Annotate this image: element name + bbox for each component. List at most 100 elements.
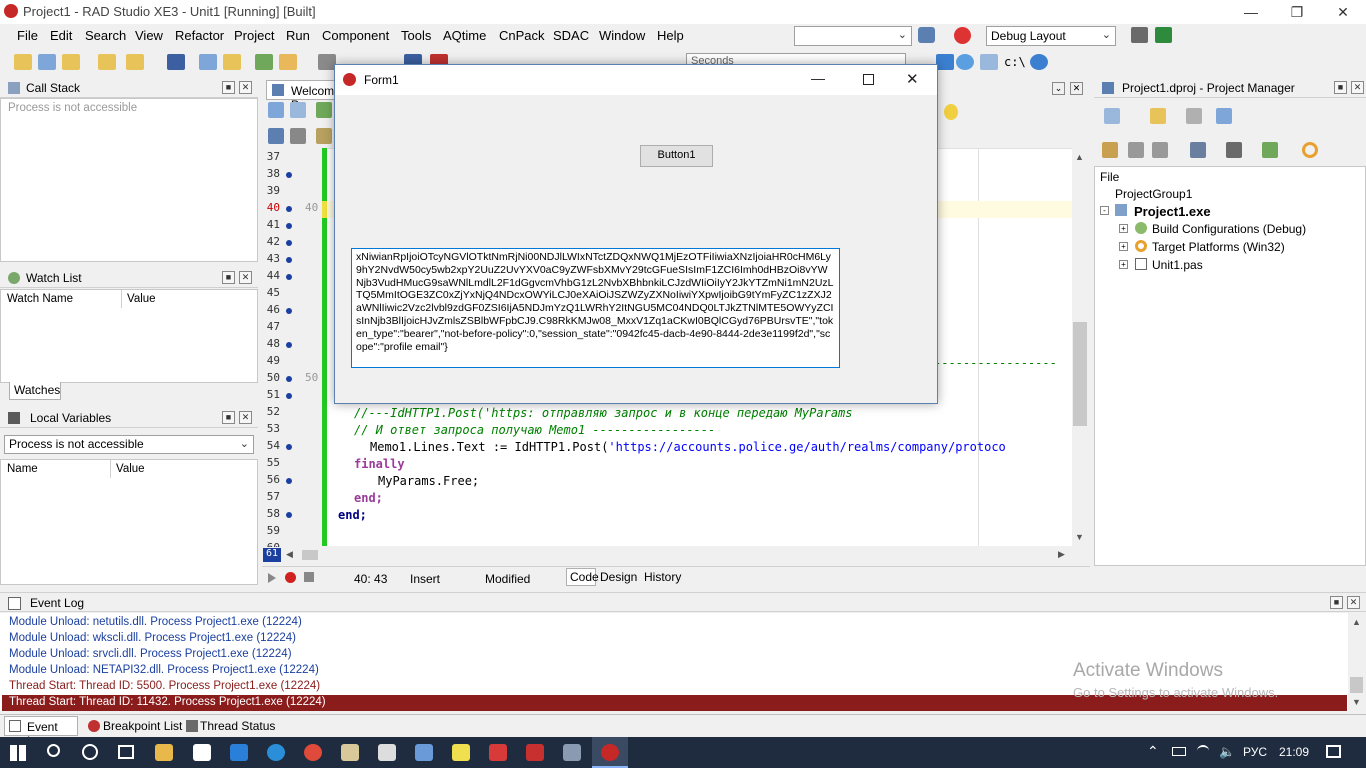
view-icon[interactable] [1216, 108, 1232, 124]
lightbulb-icon[interactable] [944, 104, 958, 120]
tree-build-configurations[interactable]: Build Configurations (Debug) [1152, 222, 1306, 236]
expand-icon[interactable] [1128, 142, 1144, 158]
breakpoint-dot-icon[interactable] [286, 393, 292, 399]
expand-toggle-icon[interactable]: + [1119, 242, 1128, 251]
add-new-project-icon[interactable] [1104, 108, 1120, 124]
delphi-icon[interactable] [563, 744, 581, 761]
designer-icon[interactable] [316, 102, 332, 118]
add-existing-project-icon[interactable] [1150, 108, 1166, 124]
deploy-tool-icon[interactable] [1226, 142, 1242, 158]
code-explorer-icon[interactable] [268, 128, 284, 144]
pin-icon[interactable]: ■ [222, 81, 235, 94]
breakpoint-dot-icon[interactable] [286, 257, 292, 263]
menu-refactor[interactable]: Refactor [175, 28, 224, 43]
set-debug-desktop-icon[interactable] [1155, 27, 1172, 43]
scroll-down-icon[interactable]: ▼ [1352, 697, 1361, 707]
open-project-folder-icon[interactable] [255, 54, 273, 70]
check-icon[interactable] [980, 54, 998, 70]
anydesk-icon[interactable] [489, 744, 507, 761]
expand-toggle-icon[interactable]: + [1119, 224, 1128, 233]
value-column[interactable]: Value [116, 463, 145, 475]
globe-icon[interactable] [956, 54, 974, 70]
breakpoint-dot-icon[interactable] [286, 274, 292, 280]
scroll-left-icon[interactable]: ◀ [286, 549, 293, 560]
tab-design[interactable]: Design [600, 570, 637, 584]
watch-value-column[interactable]: Value [127, 293, 156, 305]
add-file-icon[interactable] [62, 54, 80, 70]
collapse-icon[interactable] [1152, 142, 1168, 158]
close-icon[interactable]: ✕ [239, 271, 252, 284]
sdk-icon[interactable] [936, 54, 954, 70]
menu-sdac[interactable]: SDAC [553, 28, 589, 43]
menu-window[interactable]: Window [599, 28, 645, 43]
form1-minimize-button[interactable]: — [811, 70, 825, 86]
photos-icon[interactable] [415, 744, 433, 761]
chrome-icon[interactable] [304, 744, 322, 761]
tab-list-icon[interactable]: ⌄ [1052, 82, 1065, 95]
menu-help[interactable]: Help [657, 28, 684, 43]
tree-unit1-pas[interactable]: Unit1.pas [1152, 258, 1203, 272]
clock[interactable]: 21:09 [1279, 745, 1309, 759]
breakpoint-dot-icon[interactable] [286, 376, 292, 382]
tree-project-group[interactable]: ProjectGroup1 [1115, 187, 1192, 201]
close-file-icon[interactable] [223, 54, 241, 70]
platform-icon[interactable] [1302, 142, 1318, 158]
pin-icon[interactable]: ■ [222, 411, 235, 424]
tab-history[interactable]: History [644, 570, 681, 584]
breakpoint-dot-icon[interactable] [286, 444, 292, 450]
pin-icon[interactable]: ■ [222, 271, 235, 284]
config-combo[interactable]: ⌄ [794, 26, 912, 46]
form1-maximize-button[interactable] [863, 74, 874, 85]
build-list-icon[interactable] [1190, 142, 1206, 158]
rad-studio-icon[interactable] [526, 744, 544, 761]
watch-name-column[interactable]: Watch Name [7, 293, 73, 305]
menu-search[interactable]: Search [85, 28, 126, 43]
menu-run[interactable]: Run [286, 28, 310, 43]
edge-icon[interactable] [267, 744, 285, 761]
breakpoint-dot-icon[interactable] [286, 478, 292, 484]
task-view-icon[interactable] [118, 745, 134, 759]
tab-watches[interactable]: Watches [9, 382, 61, 400]
file-explorer-icon[interactable] [155, 744, 173, 761]
breakpoint-dot-icon[interactable] [286, 512, 292, 518]
structure-icon[interactable] [268, 102, 284, 118]
menu-tools[interactable]: Tools [401, 28, 431, 43]
event-log-scrollbar[interactable]: ▲ ▼ [1348, 613, 1365, 711]
scroll-thumb[interactable] [1350, 677, 1363, 693]
close-icon[interactable]: ✕ [239, 411, 252, 424]
notifications-icon[interactable] [1326, 745, 1341, 758]
expand-toggle-icon[interactable]: + [1119, 260, 1128, 269]
tab-breakpoint-list[interactable]: Breakpoint List [103, 719, 182, 733]
breakpoint-dot-icon[interactable] [286, 308, 292, 314]
stop-macro-icon[interactable] [304, 572, 314, 582]
memo1[interactable]: xNiwianRpIjoiOTcyNGVlOTktNmRjNi00NDJlLWI… [351, 248, 840, 368]
tools-icon[interactable] [341, 744, 359, 761]
button1[interactable]: Button1 [640, 145, 713, 167]
scroll-thumb[interactable] [1073, 322, 1087, 426]
vertical-scrollbar[interactable]: ▲ ▼ [1072, 148, 1088, 546]
close-icon[interactable]: ✕ [1347, 596, 1360, 609]
close-button[interactable]: ✕ [1320, 0, 1366, 24]
tray-chevron-icon[interactable]: ⌃ [1147, 743, 1159, 760]
layout-combo[interactable]: Debug Layout ⌄ [986, 26, 1116, 46]
breakpoint-dot-icon[interactable] [286, 223, 292, 229]
pin-icon[interactable]: ■ [1334, 81, 1347, 94]
command-prompt-icon[interactable]: c:\ [1004, 55, 1026, 69]
scroll-up-icon[interactable]: ▲ [1352, 617, 1361, 627]
notes-icon[interactable] [452, 744, 470, 761]
wifi-icon[interactable] [1197, 745, 1209, 757]
store-icon[interactable] [193, 744, 211, 761]
save-all-icon[interactable] [199, 54, 217, 70]
open-project-icon[interactable] [38, 54, 56, 70]
windows-start-icon[interactable] [10, 745, 26, 761]
language-indicator[interactable]: РУС [1243, 745, 1267, 759]
open-icon[interactable] [126, 54, 144, 70]
new-unit-icon[interactable] [98, 54, 116, 70]
restore-button[interactable]: ❐ [1274, 0, 1320, 24]
navigate-icon[interactable] [290, 102, 306, 118]
interface-icon[interactable] [316, 128, 332, 144]
local-vars-combo[interactable]: Process is not accessible ⌄ [4, 435, 254, 454]
menu-aqtime[interactable]: AQtime [443, 28, 486, 43]
remove-icon[interactable] [1186, 108, 1202, 124]
deploy-icon[interactable] [918, 27, 935, 43]
